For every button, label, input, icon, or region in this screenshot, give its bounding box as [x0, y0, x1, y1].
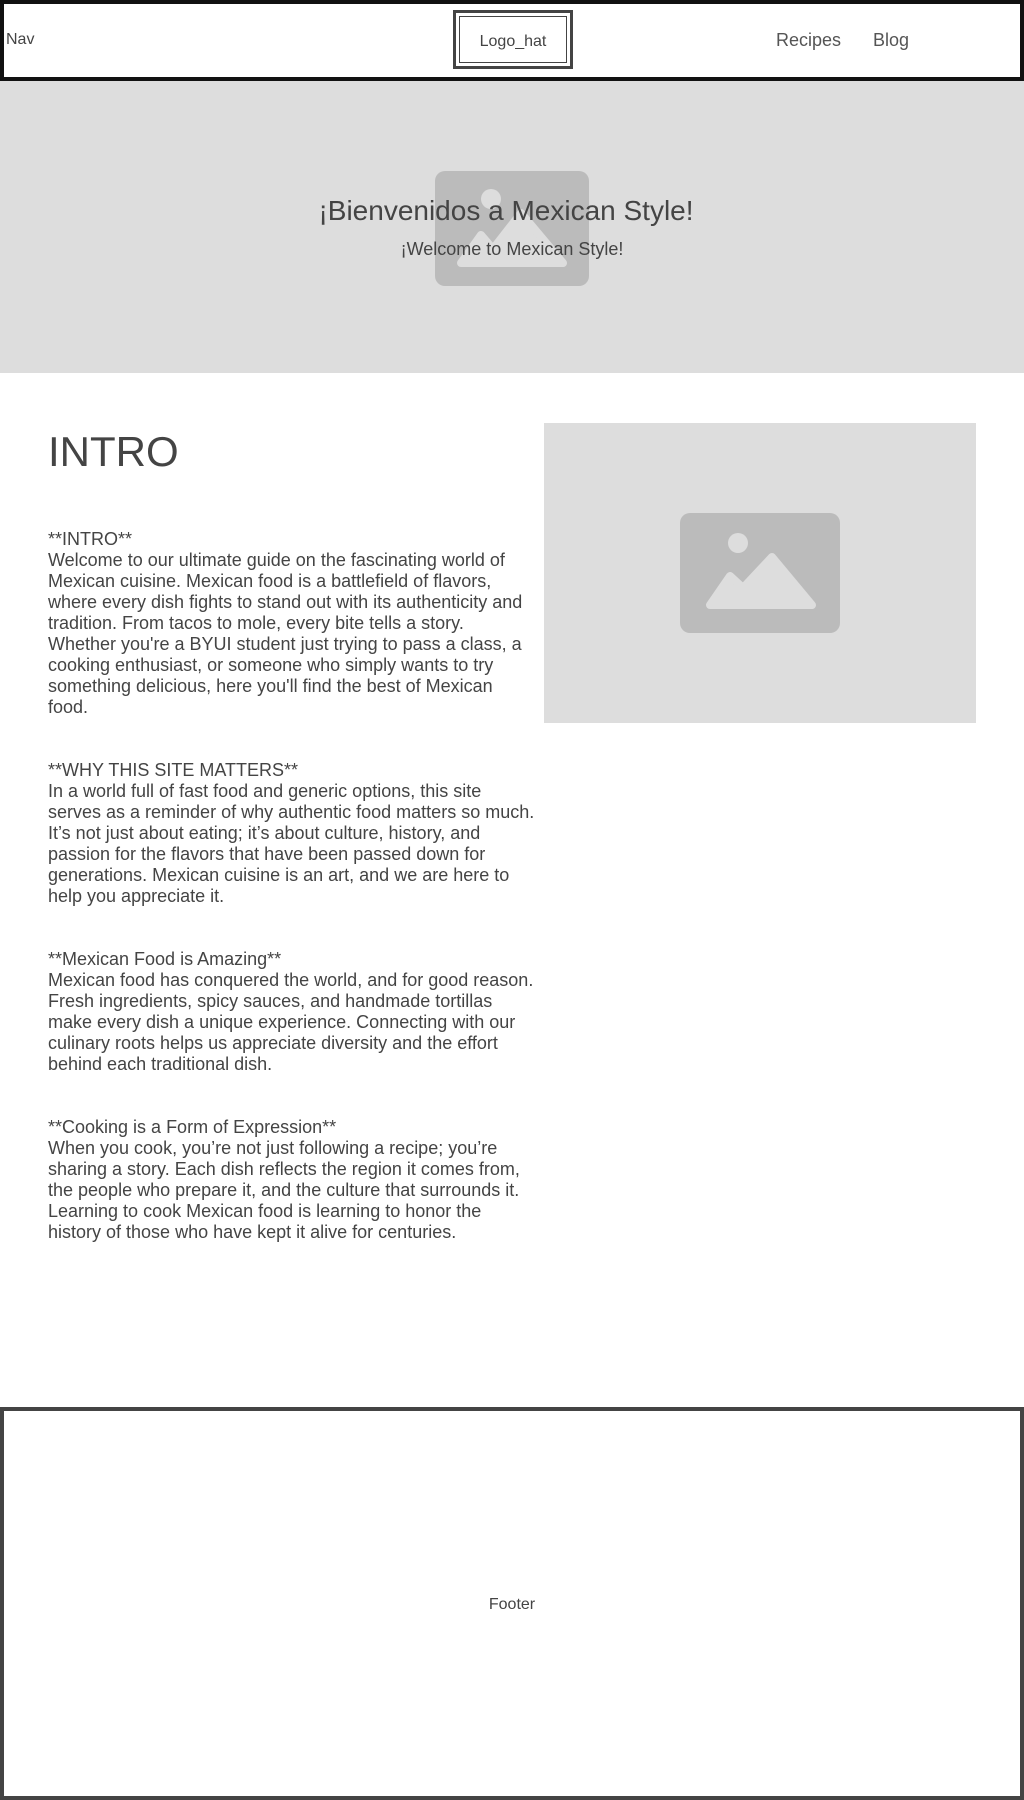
hero-title: ¡Bienvenidos a Mexican Style!	[318, 195, 694, 226]
section-cooking-expression: **Cooking is a Form of Expression** When…	[48, 1117, 536, 1243]
section-why-this-site-matters: **WHY THIS SITE MATTERS** In a world ful…	[48, 760, 536, 907]
page-heading: INTRO	[48, 428, 179, 475]
image-placeholder-icon	[680, 513, 840, 633]
nav-links: Recipes Blog	[776, 30, 909, 51]
nav-link-recipes[interactable]: Recipes	[776, 30, 841, 51]
section-body: When you cook, you’re not just following…	[48, 1138, 520, 1242]
section-title: **Cooking is a Form of Expression**	[48, 1117, 337, 1137]
logo-text: Logo_hat	[479, 33, 547, 50]
section-title: **WHY THIS SITE MATTERS**	[48, 760, 299, 780]
image-placeholder-icon	[435, 171, 589, 286]
nav-label: Nav	[6, 31, 35, 48]
intro-image	[544, 423, 976, 723]
section-intro: **INTRO** Welcome to our ultimate guide …	[48, 529, 536, 718]
section-body: Welcome to our ultimate guide on the fas…	[48, 550, 523, 717]
footer-label: Footer	[488, 1596, 536, 1613]
nav-link-blog[interactable]: Blog	[873, 30, 909, 51]
section-body: Mexican food has conquered the world, an…	[48, 970, 534, 1074]
hero-subtitle: ¡Welcome to Mexican Style!	[400, 239, 624, 259]
section-title: **INTRO**	[48, 529, 133, 549]
section-body: In a world full of fast food and generic…	[48, 781, 535, 906]
nav-bar: Nav Logo_hat Recipes Blog	[0, 0, 1024, 81]
logo[interactable]: Logo_hat	[453, 10, 573, 69]
section-mexican-food-amazing: **Mexican Food is Amazing** Mexican food…	[48, 949, 536, 1075]
section-title: **Mexican Food is Amazing**	[48, 949, 282, 969]
hero-banner: ¡Bienvenidos a Mexican Style! ¡Welcome t…	[0, 81, 1024, 373]
footer: Footer	[0, 1407, 1024, 1800]
